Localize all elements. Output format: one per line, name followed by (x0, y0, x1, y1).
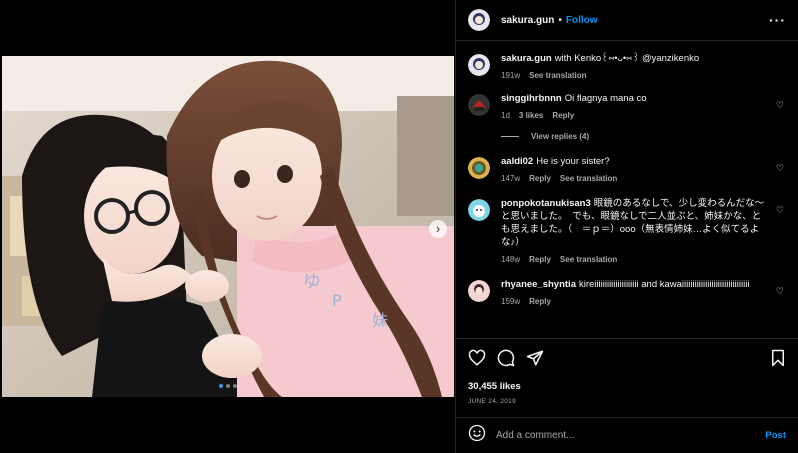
comment-username[interactable]: singgihrbnnn (501, 93, 562, 104)
see-translation-link[interactable]: See translation (560, 255, 617, 264)
likes-count[interactable]: 30,455 likes (468, 381, 786, 392)
avatar[interactable] (468, 9, 490, 31)
header-username[interactable]: sakura.gun (501, 15, 554, 26)
carousel-dot (233, 384, 237, 388)
divider (501, 136, 519, 137)
list-item: ponpokotanukisan3 眼鏡のあるなしで、少し変わるんだな〜と思いまし… (468, 197, 786, 264)
header-separator: • (558, 14, 562, 26)
comment-likes[interactable]: 3 likes (519, 111, 543, 120)
avatar[interactable] (468, 199, 490, 221)
post-comment-button[interactable]: Post (765, 430, 786, 441)
next-slide-button[interactable]: › (429, 220, 447, 238)
like-comment-heart-icon[interactable]: ♡ (776, 100, 784, 111)
avatar[interactable] (468, 157, 490, 179)
svg-text:ゆ: ゆ (301, 270, 322, 293)
reply-button[interactable]: Reply (529, 255, 551, 264)
comment-text: He is your sister? (536, 156, 610, 167)
list-item: singgihrbnnn Oi flagnya mana co 1d 3 like… (468, 92, 786, 120)
list-item: aaldi02 He is your sister? 147w Reply See… (468, 155, 786, 183)
caption-text: with Kenko꒰⑅•ᴗ•⑅꒱ @yanzikenko (554, 53, 700, 64)
view-replies-button[interactable]: View replies (4) (501, 132, 786, 141)
carousel-indicator (2, 384, 454, 388)
list-item: rhyanee_shyntia kireiiiiiiiiiiiiiiiiiiiii… (468, 278, 786, 306)
photo-illustration: ゆ P 妹 (2, 56, 454, 397)
view-replies-label: View replies (4) (531, 132, 590, 141)
comments-list[interactable]: sakura.gun with Kenko꒰⑅•ᴗ•⑅꒱ @yanzikenko … (456, 42, 798, 338)
like-comment-heart-icon[interactable]: ♡ (776, 163, 784, 174)
reply-button[interactable]: Reply (552, 111, 574, 120)
comment-icon[interactable] (497, 349, 515, 372)
post-actions: 30,455 likes JUNE 24, 2019 (456, 338, 798, 405)
avatar[interactable] (468, 280, 490, 302)
svg-text:妹: 妹 (372, 311, 388, 330)
caption: sakura.gun with Kenko꒰⑅•ᴗ•⑅꒱ @yanzikenko … (468, 52, 786, 80)
post-media: ゆ P 妹 › (0, 0, 455, 453)
carousel-dot-active (219, 384, 223, 388)
caption-username[interactable]: sakura.gun (501, 53, 552, 64)
reply-button[interactable]: Reply (529, 297, 551, 306)
reply-button[interactable]: Reply (529, 174, 551, 183)
carousel-dot (226, 384, 230, 388)
like-comment-heart-icon[interactable]: ♡ (776, 205, 784, 216)
heart-icon[interactable] (468, 349, 486, 372)
post-photo[interactable]: ゆ P 妹 › (2, 56, 454, 397)
svg-text:P: P (332, 291, 342, 310)
share-icon[interactable] (526, 349, 544, 372)
comment-username[interactable]: aaldi02 (501, 156, 533, 167)
comment-username[interactable]: ponpokotanukisan3 (501, 198, 591, 209)
bookmark-icon[interactable] (770, 349, 786, 372)
avatar[interactable] (468, 94, 490, 116)
avatar[interactable] (468, 54, 490, 76)
comment-text: Oi flagnya mana co (564, 93, 647, 104)
follow-button[interactable]: Follow (566, 15, 598, 26)
comment-age: 1d (501, 111, 510, 120)
comment-age: 147w (501, 174, 521, 183)
like-comment-heart-icon[interactable]: ♡ (776, 286, 784, 297)
comment-input[interactable] (496, 430, 766, 441)
post-side-panel: sakura.gun • Follow ··· sakura.gun with K… (455, 0, 798, 453)
caption-age: 191w (501, 71, 521, 80)
see-translation-link[interactable]: See translation (529, 71, 586, 80)
comment-text: kireiiiiiiiiiiiiiiiiiiiii and kawaiiiiii… (578, 279, 750, 290)
comment-username[interactable]: rhyanee_shyntia (501, 279, 576, 290)
more-options-icon[interactable]: ··· (769, 12, 786, 28)
post-date: JUNE 24, 2019 (468, 398, 516, 405)
comment-age: 159w (501, 297, 521, 306)
emoji-icon[interactable] (468, 424, 486, 447)
add-comment-bar: Post (456, 417, 798, 453)
see-translation-link[interactable]: See translation (560, 174, 617, 183)
comment-age: 148w (501, 255, 521, 264)
post-header: sakura.gun • Follow ··· (456, 0, 798, 41)
